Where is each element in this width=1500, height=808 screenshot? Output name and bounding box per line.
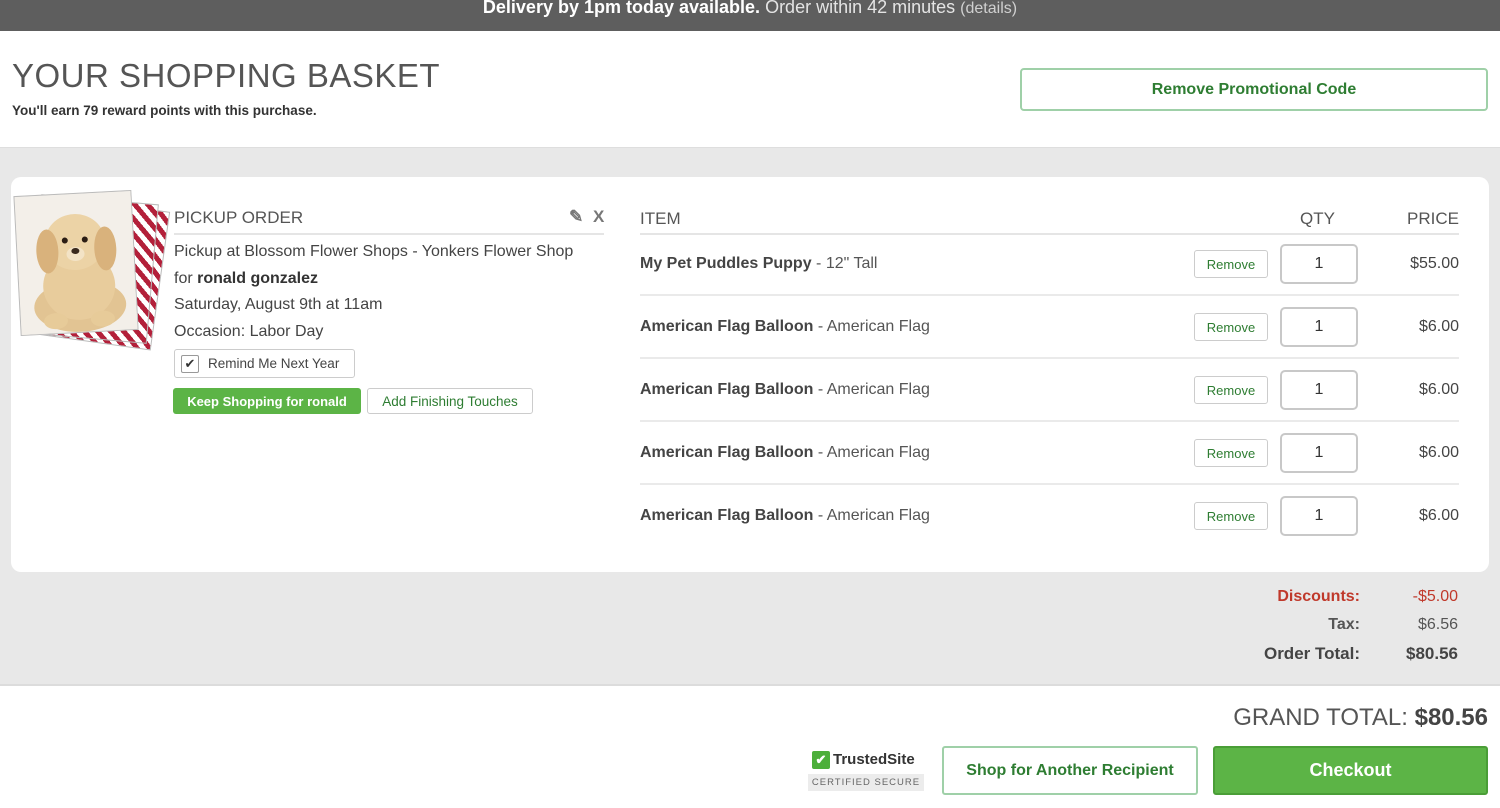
item-price: $6.00 [1418,507,1459,524]
recipient-name: ronald gonzalez [197,270,319,287]
reward-suffix: reward points with this purchase. [102,103,317,118]
column-header-qty: QTY [1300,209,1335,228]
puppy-image [13,190,139,336]
column-header-price: PRICE [1407,209,1459,228]
tax-label: Tax: [1328,616,1360,633]
item-name: American Flag Balloon - American Flag [640,444,930,461]
order-total-label: Order Total: [1263,644,1360,663]
banner-strong-text: Delivery by 1pm today available. [482,0,761,17]
table-row: American Flag Balloon - American Flag Re… [640,422,1459,485]
basket-header: YOUR SHOPPING BASKET You'll earn 79 rewa… [0,31,1500,147]
grand-total: GRAND TOTAL: $80.56 [1233,704,1488,732]
item-title: My Pet Puddles Puppy [640,255,812,272]
check-icon: ✔ [812,751,830,770]
order-card: PICKUP ORDER ✎ X Pickup at Blossom Flowe… [11,177,1489,572]
remove-item-button[interactable]: Remove [1194,376,1268,404]
discounts-label: Discounts: [1277,588,1360,605]
pickup-divider [174,233,604,235]
page-title: YOUR SHOPPING BASKET [12,57,441,94]
pickup-date: Saturday, August 9th at 11am [174,296,383,313]
remove-item-button[interactable]: Remove [1194,250,1268,278]
banner-details-link[interactable]: (details) [960,0,1017,17]
pencil-icon[interactable]: ✎ [569,207,583,226]
reward-prefix: You'll earn [12,103,80,118]
item-price: $6.00 [1418,381,1459,398]
close-icon[interactable]: X [593,207,604,226]
grand-total-label: GRAND TOTAL: [1233,704,1408,731]
item-title: American Flag Balloon [640,381,814,398]
delivery-banner: Delivery by 1pm today available. Order w… [0,0,1500,31]
quantity-input[interactable] [1280,496,1358,536]
item-variant: 12" Tall [825,255,878,272]
table-row: American Flag Balloon - American Flag Re… [640,296,1459,359]
remind-label: Remind Me Next Year [208,356,340,371]
quantity-input[interactable] [1280,244,1358,284]
item-name: My Pet Puddles Puppy - 12" Tall [640,255,878,272]
item-name: American Flag Balloon - American Flag [640,318,930,335]
item-title: American Flag Balloon [640,444,814,461]
item-name: American Flag Balloon - American Flag [640,381,930,398]
remind-me-checkbox[interactable]: ✔ Remind Me Next Year [174,349,355,378]
product-photo-stack [11,189,171,351]
order-total-value: $80.56 [1406,644,1458,663]
table-row: My Pet Puddles Puppy - 12" Tall Remove $… [640,233,1459,296]
trustedsite-title: ✔ TrustedSite [808,751,924,770]
item-variant: American Flag [826,381,930,398]
banner-countdown-text: Order within 42 minutes [765,0,956,17]
checkmark-icon[interactable]: ✔ [181,355,199,373]
pickup-occasion: Occasion: Labor Day [174,323,324,340]
trustedsite-badge[interactable]: ✔ TrustedSite CERTIFIED SECURE [808,751,924,795]
item-title: American Flag Balloon [640,318,814,335]
pickup-recipient: for ronald gonzalez [174,270,318,288]
item-variant: American Flag [826,507,930,524]
table-row: American Flag Balloon - American Flag Re… [640,359,1459,422]
grand-total-value: $80.56 [1414,704,1488,731]
remove-promo-code-button[interactable]: Remove Promotional Code [1020,68,1488,111]
item-price: $6.00 [1418,318,1459,335]
item-price: $6.00 [1418,444,1459,461]
remove-item-button[interactable]: Remove [1194,502,1268,530]
remove-item-button[interactable]: Remove [1194,439,1268,467]
discounts-value: -$5.00 [1412,588,1458,605]
pickup-order-title: PICKUP ORDER [174,208,304,227]
remove-item-button[interactable]: Remove [1194,313,1268,341]
reward-points-value: 79 [83,103,99,118]
quantity-input[interactable] [1280,307,1358,347]
pickup-actions: ✎ X [564,207,604,227]
recipient-prefix: for [174,270,193,287]
item-title: American Flag Balloon [640,507,814,524]
quantity-input[interactable] [1280,370,1358,410]
tax-value: $6.56 [1417,616,1458,633]
trustedsite-name: TrustedSite [833,751,915,768]
keep-shopping-button[interactable]: Keep Shopping for ronald [173,388,361,414]
reward-points-text: You'll earn 79 reward points with this p… [12,103,317,118]
item-name: American Flag Balloon - American Flag [640,507,930,524]
shop-another-recipient-button[interactable]: Shop for Another Recipient [942,746,1198,795]
checkout-button[interactable]: Checkout [1213,746,1488,795]
footer-divider [0,684,1500,686]
pickup-location: Pickup at Blossom Flower Shops - Yonkers… [174,243,574,260]
item-variant: American Flag [826,318,930,335]
add-finishing-touches-button[interactable]: Add Finishing Touches [367,388,533,414]
trustedsite-subtitle: CERTIFIED SECURE [808,774,924,792]
quantity-input[interactable] [1280,433,1358,473]
item-variant: American Flag [826,444,930,461]
table-row: American Flag Balloon - American Flag Re… [640,485,1459,548]
item-price: $55.00 [1410,255,1459,272]
column-header-item: ITEM [640,209,681,228]
